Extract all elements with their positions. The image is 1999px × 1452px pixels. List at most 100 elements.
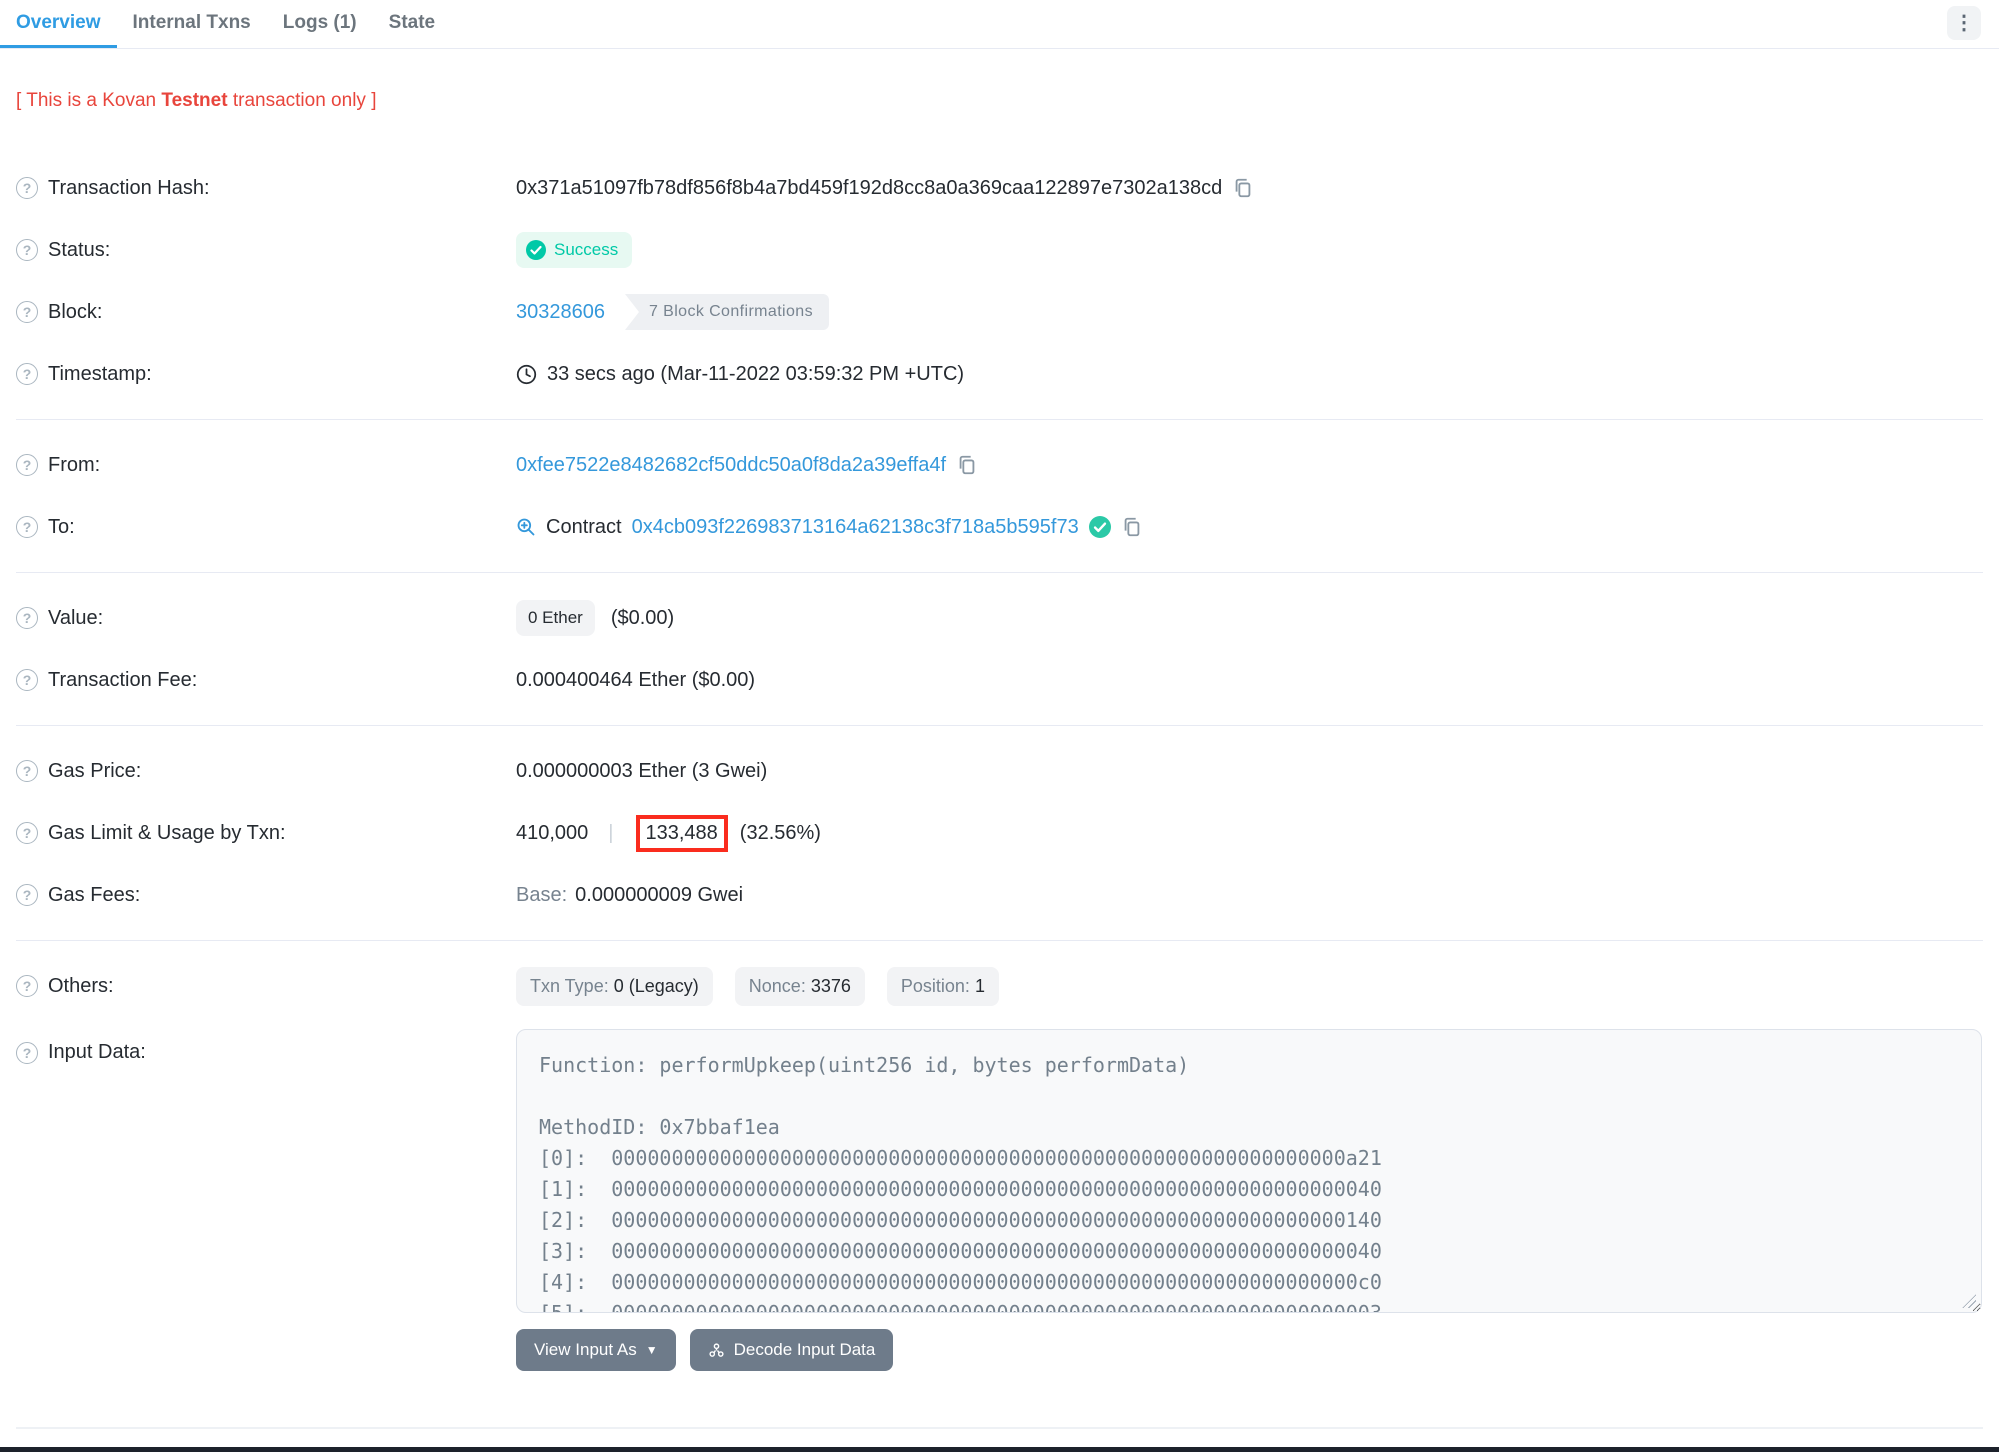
transaction-fee-value: 0.000400464 Ether ($0.00) [516,668,756,691]
row-status: ? Status: Success [16,219,1983,281]
status-label-text: Status: [48,238,111,261]
gas-used-value: 133,488 [645,821,718,844]
position-label: Position: [900,975,970,996]
help-icon[interactable]: ? [16,669,38,691]
testnet-notice-bold: Testnet [161,90,228,111]
timestamp-label: ? Timestamp: [16,363,516,386]
row-from: ? From: 0xfee7522e8482682cf50ddc50a0f8da… [16,434,1983,496]
help-icon[interactable]: ? [16,177,38,199]
copy-icon[interactable] [1232,177,1254,199]
status-badge: Success [516,232,633,268]
testnet-notice-text: [ This is a Kovan [16,90,162,111]
section-divider [16,572,1983,573]
help-icon[interactable]: ? [16,363,38,385]
check-circle-icon [526,240,546,260]
block-label-text: Block: [48,300,103,323]
section-divider [16,725,1983,726]
others-label: ? Others: [16,975,516,998]
row-gas-fees: ? Gas Fees: Base: 0.000000009 Gwei [16,864,1983,926]
nonce-badge: Nonce: 3376 [734,966,865,1006]
help-icon[interactable]: ? [16,301,38,323]
gas-limit-label-text: Gas Limit & Usage by Txn: [48,821,286,844]
zoom-in-lens-icon[interactable] [516,517,536,537]
help-icon[interactable]: ? [16,1041,38,1064]
value-label: ? Value: [16,607,516,630]
to-label-text: To: [48,515,75,538]
help-icon[interactable]: ? [16,822,38,844]
view-input-as-label: View Input As [534,1340,637,1359]
txn-type-label: Txn Type: [530,975,609,996]
transaction-fee-label: ? Transaction Fee: [16,669,516,692]
overview-panel: [ This is a Kovan Testnet transaction on… [0,90,1999,1371]
row-transaction-fee: ? Transaction Fee: 0.000400464 Ether ($0… [16,649,1983,711]
help-icon[interactable]: ? [16,239,38,261]
tab-bar: Overview Internal Txns Logs (1) State ⋮ [0,0,1999,49]
verified-check-icon [1088,516,1111,538]
nonce-label: Nonce: [748,975,806,996]
input-data-text: Function: performUpkeep(uint256 id, byte… [539,1053,1382,1313]
resize-grip-icon[interactable] [1962,1294,1976,1308]
copy-icon[interactable] [956,454,978,476]
timestamp-label-text: Timestamp: [48,362,152,385]
chevron-down-icon: ▼ [645,1343,658,1357]
view-input-as-button[interactable]: View Input As ▼ [516,1329,676,1371]
input-data-area: Function: performUpkeep(uint256 id, byte… [516,1029,1982,1371]
row-block: ? Block: 30328606 7 Block Confirmations [16,281,1983,343]
value-amount-badge: 0 Ether [516,600,595,636]
status-label: ? Status: [16,239,516,262]
transaction-hash-value: 0x371a51097fb78df856f8b4a7bd459f192d8cc8… [516,176,1223,199]
row-input-data: ? Input Data: Function: performUpkeep(ui… [16,1029,1983,1371]
row-transaction-hash: ? Transaction Hash: 0x371a51097fb78df856… [16,157,1983,219]
help-icon[interactable]: ? [16,760,38,782]
block-number-link[interactable]: 30328606 [516,301,605,324]
gas-limit-label: ? Gas Limit & Usage by Txn: [16,822,516,845]
decode-input-data-label: Decode Input Data [733,1340,876,1359]
gas-fees-base-label: Base: [516,883,568,906]
from-address-link[interactable]: 0xfee7522e8482682cf50ddc50a0f8da2a39effa… [516,454,946,477]
gas-fees-label: ? Gas Fees: [16,884,516,907]
section-divider [16,419,1983,420]
help-icon[interactable]: ? [16,607,38,629]
row-to: ? To: Contract 0x4cb093f226983713164a621… [16,496,1983,558]
input-data-textarea[interactable]: Function: performUpkeep(uint256 id, byte… [516,1029,1982,1313]
decode-input-data-button[interactable]: Decode Input Data [689,1329,894,1371]
tab-overview[interactable]: Overview [0,0,117,48]
txn-type-badge: Txn Type: 0 (Legacy) [516,966,713,1006]
to-label: ? To: [16,516,516,539]
gas-price-label: ? Gas Price: [16,760,516,783]
bottom-divider [16,1427,1983,1429]
input-data-label: ? Input Data: [16,1029,516,1064]
help-icon[interactable]: ? [16,454,38,476]
copy-icon[interactable] [1121,516,1143,538]
from-label: ? From: [16,454,516,477]
tab-internal-txns[interactable]: Internal Txns [117,0,267,48]
row-gas-limit-usage: ? Gas Limit & Usage by Txn: 410,000 | 13… [16,802,1983,864]
input-data-label-text: Input Data: [48,1041,146,1063]
position-value: 1 [974,975,985,996]
value-label-text: Value: [48,606,104,629]
transaction-hash-label-text: Transaction Hash: [48,176,210,199]
kebab-menu-button[interactable]: ⋮ [1947,6,1981,40]
nonce-value: 3376 [810,975,851,996]
help-icon[interactable]: ? [16,516,38,538]
gas-price-label-text: Gas Price: [48,759,142,782]
decode-nodes-icon [709,1342,724,1357]
footer-dark-bar [0,1447,1999,1452]
tab-state[interactable]: State [373,0,451,48]
tab-logs[interactable]: Logs (1) [267,0,373,48]
to-kind-text: Contract [546,515,622,538]
row-value: ? Value: 0 Ether ($0.00) [16,587,1983,649]
help-icon[interactable]: ? [16,975,38,997]
status-badge-text: Success [554,240,619,259]
row-others: ? Others: Txn Type: 0 (Legacy) Nonce: 33… [16,955,1983,1017]
help-icon[interactable]: ? [16,884,38,906]
to-address-link[interactable]: 0x4cb093f226983713164a62138c3f718a5b595f… [632,516,1079,539]
clock-icon [516,364,537,384]
gas-fees-label-text: Gas Fees: [48,883,141,906]
value-usd-text: ($0.00) [610,606,675,629]
section-divider [16,940,1983,941]
gas-used-highlight-box: 133,488 [635,814,728,852]
gas-limit-value: 410,000 [516,821,589,844]
row-gas-price: ? Gas Price: 0.000000003 Ether (3 Gwei) [16,740,1983,802]
position-badge: Position: 1 [886,966,999,1006]
